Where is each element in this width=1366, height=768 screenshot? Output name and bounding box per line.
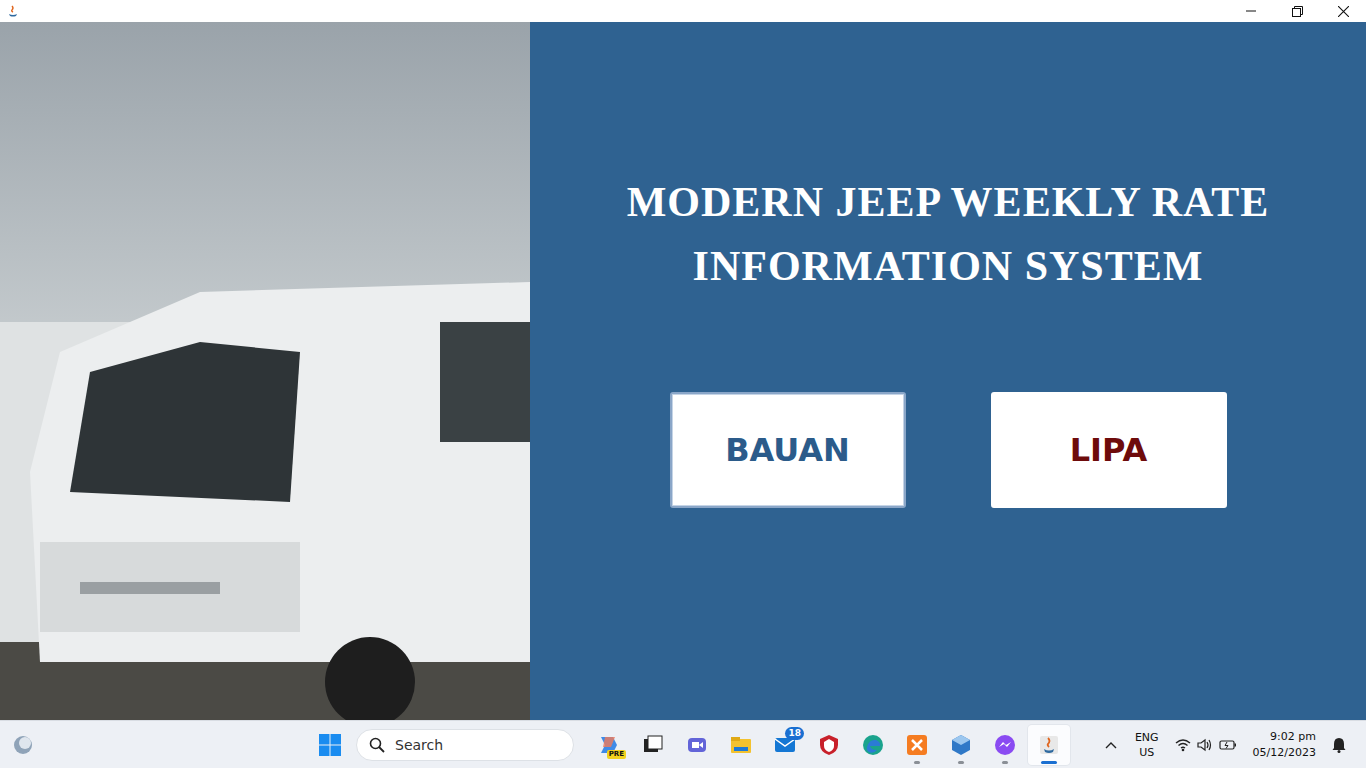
java-icon [1037,733,1061,757]
branch-button[interactable]: BAUAN [670,392,906,508]
taskbar-app[interactable]: PRE [588,725,630,765]
app-badge: PRE [607,750,626,759]
chevron-up-icon[interactable] [1105,741,1117,749]
language-indicator[interactable]: ENGUS [1135,730,1159,760]
taskview-icon [641,733,665,757]
teams-icon [685,733,709,757]
taskbar-app[interactable] [1028,725,1070,765]
xampp-icon [905,733,929,757]
branch-button[interactable]: LIPA [991,392,1227,508]
taskbar-app[interactable] [984,725,1026,765]
app-window: MODERN JEEP WEEKLY RATEINFORMATION SYSTE… [0,0,1366,768]
close-button[interactable] [1320,0,1366,22]
explorer-icon [729,733,753,757]
shield-icon [817,733,841,757]
running-indicator [914,761,920,764]
taskbar-app[interactable] [632,725,674,765]
taskbar: Search PRE 18 ENGUS 9:02 pm 05/12/2023 [0,720,1366,768]
taskbar-app[interactable] [852,725,894,765]
restore-button[interactable] [1274,0,1320,22]
taskbar-app[interactable] [940,725,982,765]
main-panel: MODERN JEEP WEEKLY RATEINFORMATION SYSTE… [530,22,1366,720]
bell-icon[interactable] [1332,737,1346,753]
clock[interactable]: 9:02 pm 05/12/2023 [1253,729,1316,761]
volume-icon [1197,738,1213,752]
minimize-button[interactable] [1228,0,1274,22]
running-indicator [1041,761,1057,764]
restore-icon [1292,6,1303,17]
messenger-icon [993,733,1017,757]
taskbar-app[interactable] [808,725,850,765]
windows-icon [319,734,341,756]
running-indicator [958,761,964,764]
system-title: MODERN JEEP WEEKLY RATEINFORMATION SYSTE… [627,170,1270,298]
taskbar-app[interactable] [896,725,938,765]
search-icon [369,737,385,753]
taskbar-app[interactable] [720,725,762,765]
weather-icon[interactable] [11,733,35,757]
taskbar-app[interactable] [676,725,718,765]
close-icon [1338,6,1349,17]
java-icon [6,4,20,18]
taskbar-app[interactable]: 18 [764,725,806,765]
battery-icon [1219,739,1237,751]
jeep-photo [0,22,530,720]
edge-icon [861,733,885,757]
search-box[interactable]: Search [356,729,574,761]
virtualbox-icon [949,733,973,757]
title-bar [0,0,1366,22]
wifi-icon [1175,738,1191,752]
branch-buttons: BAUAN LIPA [670,392,1227,508]
running-indicator [1002,761,1008,764]
minimize-icon [1246,6,1256,16]
start-button[interactable] [310,725,350,765]
app-badge: 18 [785,727,804,740]
system-tray[interactable] [1171,738,1241,752]
